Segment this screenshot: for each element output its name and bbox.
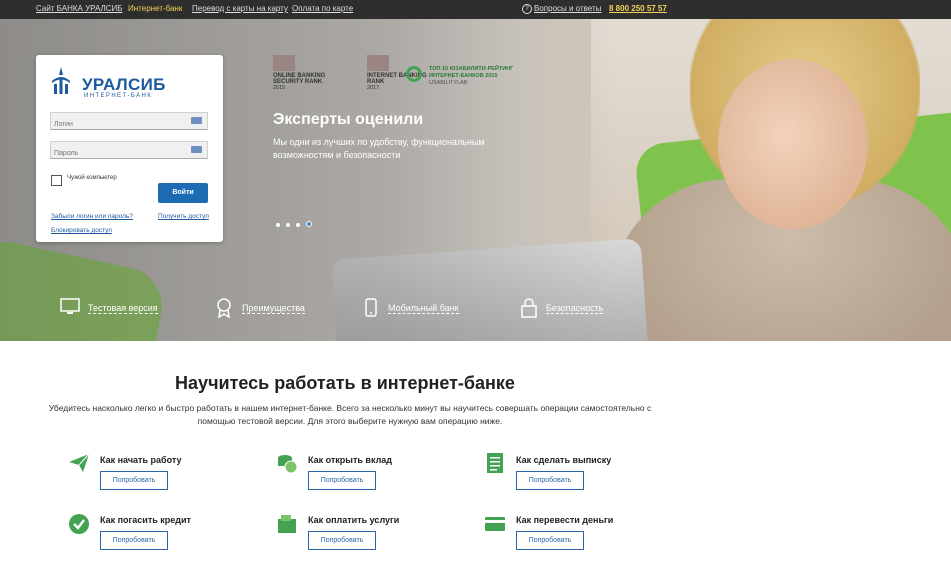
card-payment-link[interactable]: Оплата по карте [292, 4, 353, 13]
foreign-pc-checkbox[interactable] [51, 175, 62, 186]
faq-link[interactable]: Вопросы и ответы [534, 4, 601, 13]
mobile-bank-link[interactable]: Мобильный банк [388, 303, 459, 314]
bank-logo-subtitle: ИНТЕРНЕТ-БАНК [84, 93, 153, 99]
rank-year: 2015 [273, 85, 286, 91]
try-open-deposit-button[interactable]: Попробовать [308, 471, 376, 490]
bank-logo-text: УРАЛСИБ [82, 75, 166, 94]
section-intro: Убедитесь насколько легко и быстро работ… [48, 403, 652, 426]
transfer-money-title: Как перевести деньги [516, 515, 614, 525]
phone-number[interactable]: 8 800 250 57 57 [609, 4, 667, 13]
start-work-title: Как начать работу [100, 455, 182, 465]
login-panel: УРАЛСИБ ИНТЕРНЕТ-БАНК Чужой компьютер Во… [36, 55, 223, 242]
hero-subtitle: Мы одни из лучших по удобству, функциона… [273, 137, 485, 160]
repay-credit-title: Как погасить кредит [100, 515, 191, 525]
block-access-link[interactable]: Блокировать доступ [51, 227, 112, 234]
checkmark-icon [69, 514, 89, 534]
rank-title: INTERNET BANKING RANK [367, 73, 427, 85]
statement-title: Как сделать выписку [516, 455, 612, 465]
try-statement-button[interactable]: Попробовать [516, 471, 584, 490]
rank-logo-icon [273, 55, 295, 71]
monitor-icon [60, 298, 80, 314]
bank-site-link[interactable]: Сайт БАНКА УРАЛСИБ [36, 4, 123, 13]
slider-dot[interactable] [296, 223, 300, 227]
usability-rank-source: USABILITYLAB [429, 80, 468, 86]
login-field[interactable] [50, 112, 208, 133]
coins-icon [278, 455, 298, 474]
slider-dot-active[interactable] [306, 221, 312, 227]
security-rank-badge: ONLINE BANKING SECURITY RANK 2015 [273, 55, 343, 91]
try-repay-credit-button[interactable]: Попробовать [100, 531, 168, 550]
paper-plane-icon [69, 453, 90, 472]
keyboard-icon[interactable] [191, 146, 202, 153]
usability-rank-text: ТОП 10 ЮЗАБИЛИТИ-РЕЙТИНГ ИНТЕРНЕТ-БАНКОВ… [429, 66, 514, 79]
forgot-credentials-link[interactable]: Забыли логин или пароль? [51, 213, 133, 220]
rank-year: 2017 [367, 85, 380, 91]
mobile-phone-icon [365, 298, 377, 317]
rank-title: ONLINE BANKING SECURITY RANK [273, 73, 326, 85]
get-access-link[interactable]: Получить доступ [158, 213, 209, 220]
security-link[interactable]: Безопасность [546, 303, 604, 314]
password-input[interactable] [51, 145, 184, 162]
pay-services-title: Как оплатить услуги [308, 515, 400, 525]
password-field[interactable] [50, 141, 208, 162]
internet-bank-link[interactable]: Интернет-банк [128, 4, 182, 13]
advantages-link[interactable]: Преимущества [242, 303, 305, 314]
document-icon [487, 453, 503, 473]
slider-dot[interactable] [286, 223, 290, 227]
test-version-link[interactable]: Тестовая версия [88, 303, 158, 314]
usabilitylab-icon [406, 66, 422, 82]
slider-dot[interactable] [276, 223, 280, 227]
try-transfer-money-button[interactable]: Попробовать [516, 531, 584, 550]
slider-dots [276, 214, 318, 232]
login-button[interactable]: Войти [158, 183, 208, 203]
hero-title: Эксперты оценили [273, 111, 424, 128]
rank-logo-icon [367, 55, 389, 71]
internet-banking-rank-badge: INTERNET BANKING RANK 2017 [367, 55, 437, 91]
open-deposit-title: Как открыть вклад [308, 455, 393, 465]
lock-icon [521, 298, 537, 318]
login-input[interactable] [51, 116, 184, 133]
card-icon [485, 517, 505, 531]
top-nav-bar: Сайт БАНКА УРАЛСИБ Интернет-банк Перевод… [0, 0, 951, 19]
foreign-pc-label: Чужой компьютер [67, 175, 117, 181]
question-icon: ? [522, 4, 532, 14]
award-icon [217, 298, 231, 318]
keyboard-icon[interactable] [191, 117, 202, 124]
section-title: Научитесь работать в интернет-банке [175, 373, 515, 393]
card-transfer-link[interactable]: Перевод с карты на карту [192, 4, 288, 13]
try-pay-services-button[interactable]: Попробовать [308, 531, 376, 550]
try-start-work-button[interactable]: Попробовать [100, 471, 168, 490]
wallet-icon [278, 515, 296, 533]
uralsib-logo-icon [52, 67, 70, 94]
